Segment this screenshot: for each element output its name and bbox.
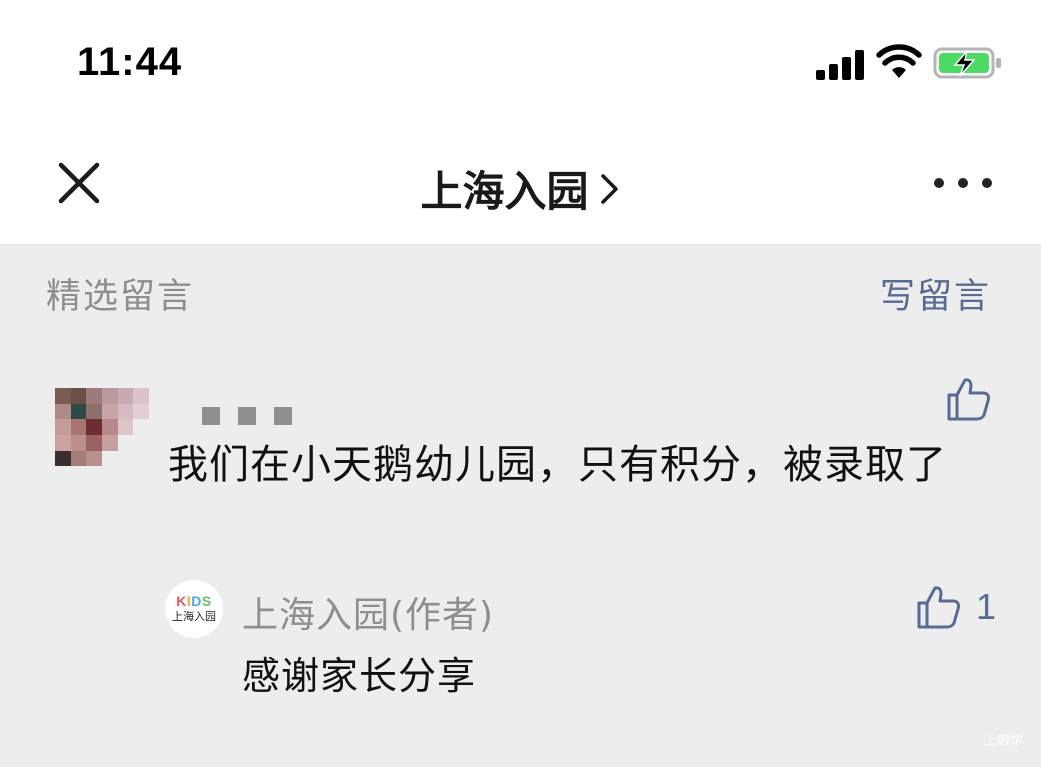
commenter-name-masked bbox=[202, 407, 292, 425]
nav-bar: 上海入园 bbox=[0, 120, 1041, 245]
author-avatar[interactable]: KIDS 上海入园 bbox=[165, 580, 223, 638]
nav-title-text: 上海入园 bbox=[420, 167, 589, 216]
cellular-signal-icon bbox=[816, 50, 864, 80]
kids-logo: KIDS bbox=[176, 593, 212, 609]
section-title: 精选留言 bbox=[46, 277, 195, 317]
nav-title[interactable]: 上海入园 bbox=[420, 158, 620, 219]
thumbs-up-icon[interactable] bbox=[916, 584, 962, 630]
battery-charging-icon bbox=[933, 47, 1001, 79]
reply-author-name: 上海入园(作者) bbox=[242, 595, 495, 636]
kids-logo-caption: 上海入园 bbox=[172, 610, 216, 623]
status-bar: 11:44 bbox=[0, 0, 1041, 120]
commenter-avatar[interactable] bbox=[55, 388, 149, 482]
chevron-right-icon bbox=[600, 173, 618, 204]
more-dots-icon[interactable] bbox=[930, 168, 996, 198]
watermark: 上眼学 bbox=[983, 734, 1023, 749]
thumbs-up-icon[interactable] bbox=[946, 376, 992, 422]
wifi-icon bbox=[876, 44, 922, 78]
status-time: 11:44 bbox=[77, 40, 183, 84]
write-comment-button[interactable]: 写留言 bbox=[880, 268, 991, 319]
reply-text: 感谢家长分享 bbox=[242, 654, 477, 698]
comment-text: 我们在小天鹅幼儿园，只有积分，被录取了 bbox=[168, 442, 947, 488]
reply-like-count: 1 bbox=[976, 586, 997, 627]
